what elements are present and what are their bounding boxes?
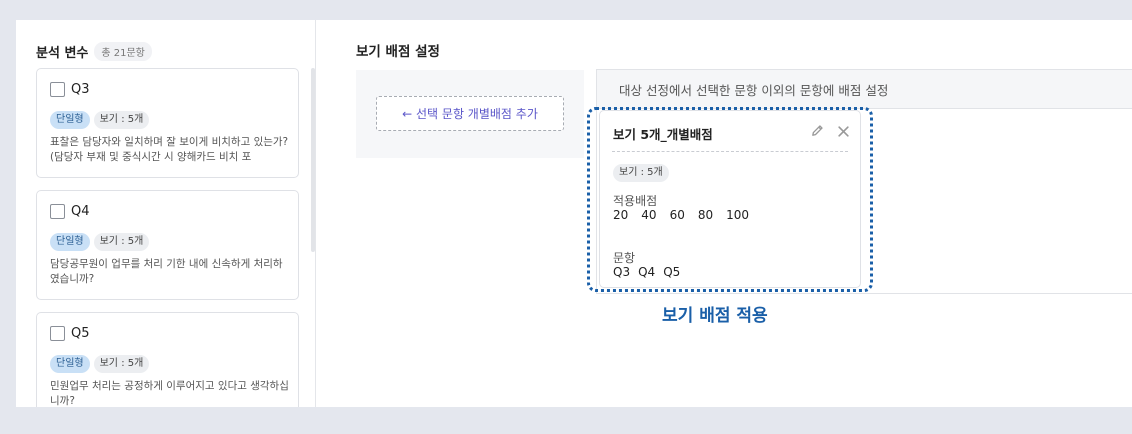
question-value: Q3	[613, 265, 631, 279]
option-count-badge: 보기 : 5개	[93, 111, 150, 129]
apply-caption: 보기 배점 적용	[662, 306, 768, 326]
option-count-badge: 보기 : 5개	[93, 233, 150, 251]
question-value: Q5	[663, 265, 681, 279]
question-card[interactable]: Q5 단일형 보기 : 5개 민원업무 처리는 공정하게 이루어지고 있다고 생…	[36, 312, 299, 407]
question-text: 민원업무 처리는 공정하게 이루어지고 있다고 생각하십니까?	[50, 380, 289, 407]
question-text: 담당공무원이 업무를 처리 기한 내에 신속하게 처리하였습니까?	[50, 258, 283, 285]
question-checkbox[interactable]	[50, 82, 65, 97]
question-checkbox[interactable]	[50, 326, 65, 341]
question-checkbox[interactable]	[50, 204, 65, 219]
question-text: 표찰은 담당자와 일치하며 잘 보이게 비치하고 있는가? (담당자 부재 및 …	[50, 136, 289, 163]
score-card-title: 보기 5개_개별배점	[613, 127, 713, 142]
close-icon[interactable]	[837, 123, 850, 142]
option-count-badge: 보기 : 5개	[613, 164, 669, 182]
sidebar-header: 분석 변수 총 21문항	[36, 42, 152, 61]
add-panel: ← 선택 문항 개별배점 추가	[356, 70, 584, 158]
question-label: Q4	[71, 204, 90, 219]
question-type-badge: 단일형	[50, 355, 90, 373]
score-value: 100	[726, 208, 750, 222]
score-label: 적용배점	[613, 194, 658, 208]
sidebar-scrollbar[interactable]	[311, 68, 315, 252]
question-count-badge: 총 21문항	[94, 42, 152, 61]
score-value: 20	[613, 208, 629, 222]
section-title: 보기 배점 설정	[356, 44, 440, 60]
target-panel-header: 대상 선정에서 선택한 문항 이외의 문항에 배점 설정	[597, 70, 1132, 109]
score-settings-area: 보기 배점 설정 ← 선택 문항 개별배점 추가 대상 선정에서 선택한 문항 …	[316, 20, 1132, 407]
question-card[interactable]: Q4 단일형 보기 : 5개 담당공무원이 업무를 처리 기한 내에 신속하게 …	[36, 190, 299, 300]
question-type-badge: 단일형	[50, 111, 90, 129]
question-values: Q3 Q4 Q5	[613, 265, 680, 279]
variable-sidebar: 분석 변수 총 21문항 Q3 단일형 보기 : 5개 표찰은 담당자와 일치하…	[16, 20, 316, 407]
score-value: 60	[669, 208, 685, 222]
pencil-icon[interactable]	[810, 123, 825, 142]
score-values: 20 40 60 80 100	[613, 208, 749, 222]
card-divider	[612, 151, 848, 152]
question-list-label: 문항	[613, 251, 636, 265]
add-individual-score-button[interactable]: ← 선택 문항 개별배점 추가	[376, 96, 564, 131]
sidebar-title: 분석 변수	[36, 46, 89, 61]
question-value: Q4	[638, 265, 656, 279]
analysis-panel: 분석 변수 총 21문항 Q3 단일형 보기 : 5개 표찰은 담당자와 일치하…	[16, 20, 1132, 407]
score-card[interactable]: 보기 5개_개별배점 보기 : 5개 적용배점 20 40 60 80 100 …	[599, 110, 861, 288]
question-label: Q3	[71, 82, 90, 97]
question-type-badge: 단일형	[50, 233, 90, 251]
question-label: Q5	[71, 326, 90, 341]
question-card[interactable]: Q3 단일형 보기 : 5개 표찰은 담당자와 일치하며 잘 보이게 비치하고 …	[36, 68, 299, 178]
option-count-badge: 보기 : 5개	[93, 355, 150, 373]
score-value: 80	[697, 208, 714, 222]
score-value: 40	[641, 208, 657, 222]
